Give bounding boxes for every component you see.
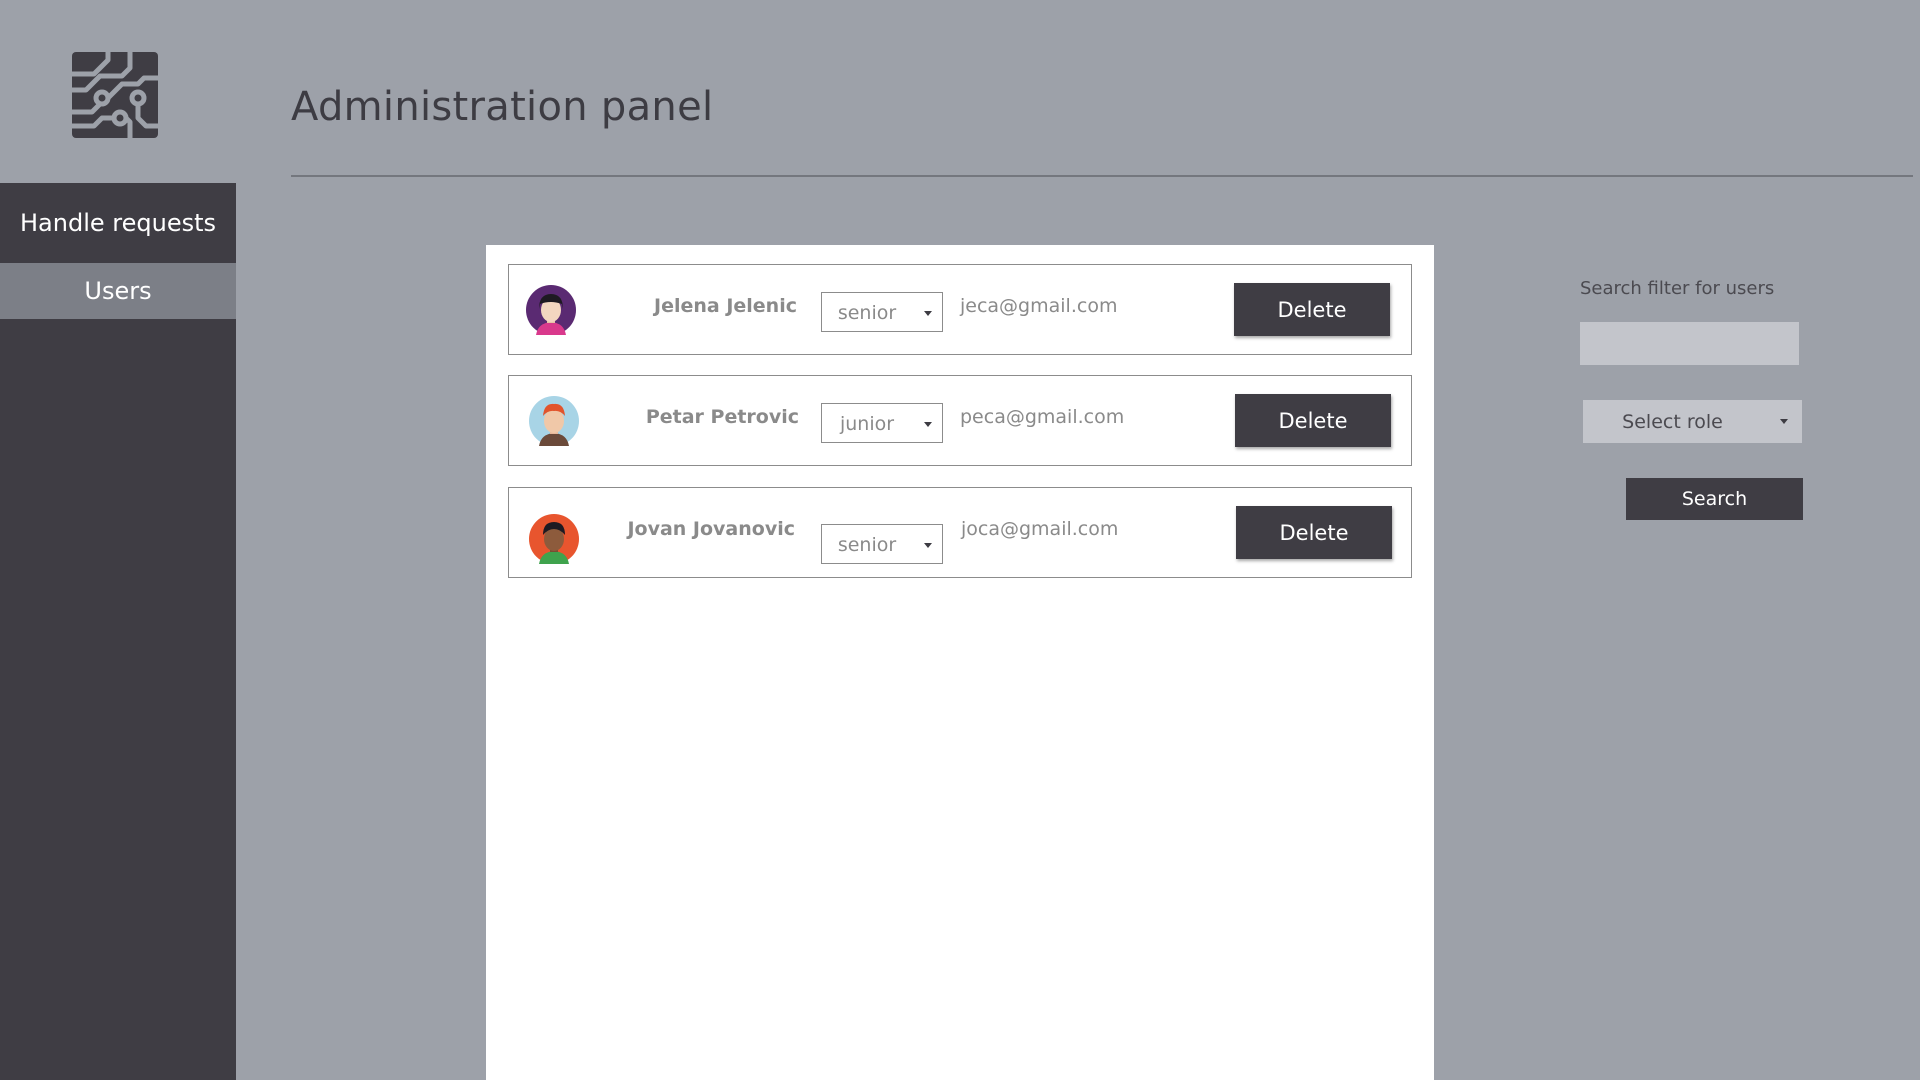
red-haired-man-avatar-icon: [529, 396, 579, 446]
user-name: Jelena Jelenic: [654, 295, 797, 317]
role-filter-label: Select role: [1622, 411, 1723, 433]
caret-down-icon: [924, 422, 932, 427]
sidebar: Handle requests Users: [0, 183, 236, 1080]
user-email: jeca@gmail.com: [960, 295, 1118, 317]
circuit-board-logo-icon: [72, 52, 158, 138]
woman-avatar-icon: [526, 285, 576, 335]
sidebar-item-label: Users: [84, 277, 152, 305]
man-avatar-icon: [529, 514, 579, 564]
search-input[interactable]: [1580, 322, 1799, 365]
search-button[interactable]: Search: [1626, 478, 1803, 520]
title-divider: [291, 175, 1913, 177]
delete-button[interactable]: Delete: [1234, 283, 1390, 336]
delete-button[interactable]: Delete: [1235, 394, 1391, 447]
user-list-panel: Jelena Jelenic senior jeca@gmail.com Del…: [486, 245, 1434, 1080]
role-select[interactable]: senior: [821, 524, 943, 564]
user-name: Jovan Jovanovic: [627, 518, 795, 540]
delete-button[interactable]: Delete: [1236, 506, 1392, 559]
user-email: peca@gmail.com: [960, 406, 1125, 428]
sidebar-item-label: Handle requests: [20, 209, 216, 237]
page-title: Administration panel: [291, 84, 714, 130]
caret-down-icon: [1780, 419, 1788, 424]
user-email: joca@gmail.com: [961, 518, 1119, 540]
user-row: Petar Petrovic junior peca@gmail.com Del…: [508, 375, 1412, 466]
user-row: Jelena Jelenic senior jeca@gmail.com Del…: [508, 264, 1412, 355]
sidebar-item-handle-requests[interactable]: Handle requests: [0, 183, 236, 263]
search-filter-label: Search filter for users: [1580, 278, 1775, 299]
role-select-value: junior: [839, 413, 895, 435]
page: Administration panel Handle requests Use…: [0, 0, 1920, 1080]
user-name: Petar Petrovic: [645, 406, 799, 428]
user-row: Jovan Jovanovic senior joca@gmail.com De…: [508, 487, 1412, 578]
role-select-value: senior: [837, 534, 897, 556]
role-select-value: senior: [837, 302, 897, 324]
role-select[interactable]: junior: [821, 403, 943, 443]
caret-down-icon: [924, 311, 932, 316]
caret-down-icon: [924, 543, 932, 548]
role-filter-select[interactable]: Select role: [1583, 400, 1802, 443]
sidebar-item-users[interactable]: Users: [0, 263, 236, 319]
role-select[interactable]: senior: [821, 292, 943, 332]
